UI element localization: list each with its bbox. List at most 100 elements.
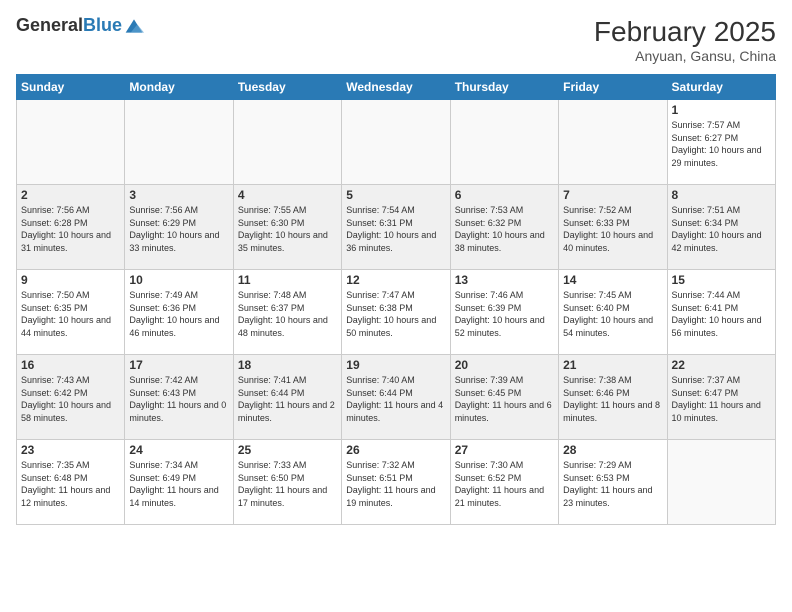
col-thursday: Thursday <box>450 75 558 100</box>
day-number: 5 <box>346 188 445 202</box>
day-number: 2 <box>21 188 120 202</box>
table-row: 18 Sunrise: 7:41 AM Sunset: 6:44 PM Dayli… <box>233 355 341 440</box>
logo-blue-text: Blue <box>83 15 122 35</box>
table-row <box>667 440 775 525</box>
table-row: 22 Sunrise: 7:37 AM Sunset: 6:47 PM Dayli… <box>667 355 775 440</box>
day-number: 19 <box>346 358 445 372</box>
col-friday: Friday <box>559 75 667 100</box>
table-row: 21 Sunrise: 7:38 AM Sunset: 6:46 PM Dayli… <box>559 355 667 440</box>
day-number: 22 <box>672 358 771 372</box>
table-row <box>342 100 450 185</box>
table-row: 23 Sunrise: 7:35 AM Sunset: 6:48 PM Dayli… <box>17 440 125 525</box>
table-row: 2 Sunrise: 7:56 AM Sunset: 6:28 PM Daylig… <box>17 185 125 270</box>
col-tuesday: Tuesday <box>233 75 341 100</box>
day-info: Sunrise: 7:56 AM Sunset: 6:28 PM Dayligh… <box>21 204 120 254</box>
table-row: 14 Sunrise: 7:45 AM Sunset: 6:40 PM Dayli… <box>559 270 667 355</box>
location: Anyuan, Gansu, China <box>594 48 776 64</box>
title-block: February 2025 Anyuan, Gansu, China <box>594 16 776 64</box>
logo: GeneralBlue <box>16 16 144 36</box>
header-row: Sunday Monday Tuesday Wednesday Thursday… <box>17 75 776 100</box>
day-number: 4 <box>238 188 337 202</box>
table-row: 25 Sunrise: 7:33 AM Sunset: 6:50 PM Dayli… <box>233 440 341 525</box>
day-info: Sunrise: 7:33 AM Sunset: 6:50 PM Dayligh… <box>238 459 337 509</box>
table-row: 27 Sunrise: 7:30 AM Sunset: 6:52 PM Dayli… <box>450 440 558 525</box>
day-number: 20 <box>455 358 554 372</box>
calendar-page: GeneralBlue February 2025 Anyuan, Gansu,… <box>0 0 792 612</box>
table-row: 4 Sunrise: 7:55 AM Sunset: 6:30 PM Daylig… <box>233 185 341 270</box>
day-number: 23 <box>21 443 120 457</box>
calendar-week-row: 23 Sunrise: 7:35 AM Sunset: 6:48 PM Dayli… <box>17 440 776 525</box>
col-wednesday: Wednesday <box>342 75 450 100</box>
table-row: 24Sunrise: 7:34 AM Sunset: 6:49 PM Dayli… <box>125 440 233 525</box>
table-row: 16 Sunrise: 7:43 AM Sunset: 6:42 PM Dayli… <box>17 355 125 440</box>
day-number: 16 <box>21 358 120 372</box>
day-info: Sunrise: 7:29 AM Sunset: 6:53 PM Dayligh… <box>563 459 662 509</box>
table-row: 28 Sunrise: 7:29 AM Sunset: 6:53 PM Dayli… <box>559 440 667 525</box>
day-number: 11 <box>238 273 337 287</box>
table-row: 1 Sunrise: 7:57 AM Sunset: 6:27 PM Daylig… <box>667 100 775 185</box>
table-row: 5 Sunrise: 7:54 AM Sunset: 6:31 PM Daylig… <box>342 185 450 270</box>
calendar-week-row: 16 Sunrise: 7:43 AM Sunset: 6:42 PM Dayli… <box>17 355 776 440</box>
day-number: 1 <box>672 103 771 117</box>
day-number: 18 <box>238 358 337 372</box>
day-info: Sunrise: 7:57 AM Sunset: 6:27 PM Dayligh… <box>672 119 771 169</box>
table-row <box>559 100 667 185</box>
table-row <box>17 100 125 185</box>
day-info: Sunrise: 7:45 AM Sunset: 6:40 PM Dayligh… <box>563 289 662 339</box>
day-number: 8 <box>672 188 771 202</box>
day-info: Sunrise: 7:37 AM Sunset: 6:47 PM Dayligh… <box>672 374 771 424</box>
table-row: 7Sunrise: 7:52 AM Sunset: 6:33 PM Daylig… <box>559 185 667 270</box>
day-number: 17 <box>129 358 228 372</box>
table-row: 11 Sunrise: 7:48 AM Sunset: 6:37 PM Dayli… <box>233 270 341 355</box>
day-number: 14 <box>563 273 662 287</box>
table-row: 13Sunrise: 7:46 AM Sunset: 6:39 PM Dayli… <box>450 270 558 355</box>
day-number: 9 <box>21 273 120 287</box>
table-row: 17Sunrise: 7:42 AM Sunset: 6:43 PM Dayli… <box>125 355 233 440</box>
table-row: 19Sunrise: 7:40 AM Sunset: 6:44 PM Dayli… <box>342 355 450 440</box>
calendar-week-row: 9Sunrise: 7:50 AM Sunset: 6:35 PM Daylig… <box>17 270 776 355</box>
calendar-week-row: 1 Sunrise: 7:57 AM Sunset: 6:27 PM Daylig… <box>17 100 776 185</box>
calendar-table: Sunday Monday Tuesday Wednesday Thursday… <box>16 74 776 525</box>
day-info: Sunrise: 7:38 AM Sunset: 6:46 PM Dayligh… <box>563 374 662 424</box>
table-row: 8 Sunrise: 7:51 AM Sunset: 6:34 PM Daylig… <box>667 185 775 270</box>
table-row: 20 Sunrise: 7:39 AM Sunset: 6:45 PM Dayli… <box>450 355 558 440</box>
day-info: Sunrise: 7:48 AM Sunset: 6:37 PM Dayligh… <box>238 289 337 339</box>
day-info: Sunrise: 7:55 AM Sunset: 6:30 PM Dayligh… <box>238 204 337 254</box>
table-row: 15 Sunrise: 7:44 AM Sunset: 6:41 PM Dayli… <box>667 270 775 355</box>
table-row: 6 Sunrise: 7:53 AM Sunset: 6:32 PM Daylig… <box>450 185 558 270</box>
day-info: Sunrise: 7:54 AM Sunset: 6:31 PM Dayligh… <box>346 204 445 254</box>
day-number: 25 <box>238 443 337 457</box>
day-info: Sunrise: 7:43 AM Sunset: 6:42 PM Dayligh… <box>21 374 120 424</box>
day-info: Sunrise: 7:30 AM Sunset: 6:52 PM Dayligh… <box>455 459 554 509</box>
day-number: 13 <box>455 273 554 287</box>
day-number: 28 <box>563 443 662 457</box>
day-number: 3 <box>129 188 228 202</box>
logo-icon <box>124 16 144 36</box>
month-year: February 2025 <box>594 16 776 48</box>
day-number: 10 <box>129 273 228 287</box>
day-number: 7 <box>563 188 662 202</box>
day-info: Sunrise: 7:35 AM Sunset: 6:48 PM Dayligh… <box>21 459 120 509</box>
day-number: 26 <box>346 443 445 457</box>
day-info: Sunrise: 7:49 AM Sunset: 6:36 PM Dayligh… <box>129 289 228 339</box>
table-row: 10 Sunrise: 7:49 AM Sunset: 6:36 PM Dayli… <box>125 270 233 355</box>
table-row <box>125 100 233 185</box>
day-info: Sunrise: 7:32 AM Sunset: 6:51 PM Dayligh… <box>346 459 445 509</box>
day-number: 6 <box>455 188 554 202</box>
header: GeneralBlue February 2025 Anyuan, Gansu,… <box>16 16 776 64</box>
col-saturday: Saturday <box>667 75 775 100</box>
day-number: 15 <box>672 273 771 287</box>
day-info: Sunrise: 7:51 AM Sunset: 6:34 PM Dayligh… <box>672 204 771 254</box>
day-info: Sunrise: 7:39 AM Sunset: 6:45 PM Dayligh… <box>455 374 554 424</box>
col-monday: Monday <box>125 75 233 100</box>
day-number: 12 <box>346 273 445 287</box>
calendar-week-row: 2 Sunrise: 7:56 AM Sunset: 6:28 PM Daylig… <box>17 185 776 270</box>
table-row <box>233 100 341 185</box>
day-info: Sunrise: 7:41 AM Sunset: 6:44 PM Dayligh… <box>238 374 337 424</box>
day-info: Sunrise: 7:44 AM Sunset: 6:41 PM Dayligh… <box>672 289 771 339</box>
day-info: Sunrise: 7:56 AM Sunset: 6:29 PM Dayligh… <box>129 204 228 254</box>
table-row <box>450 100 558 185</box>
day-number: 21 <box>563 358 662 372</box>
day-number: 27 <box>455 443 554 457</box>
day-info: Sunrise: 7:53 AM Sunset: 6:32 PM Dayligh… <box>455 204 554 254</box>
